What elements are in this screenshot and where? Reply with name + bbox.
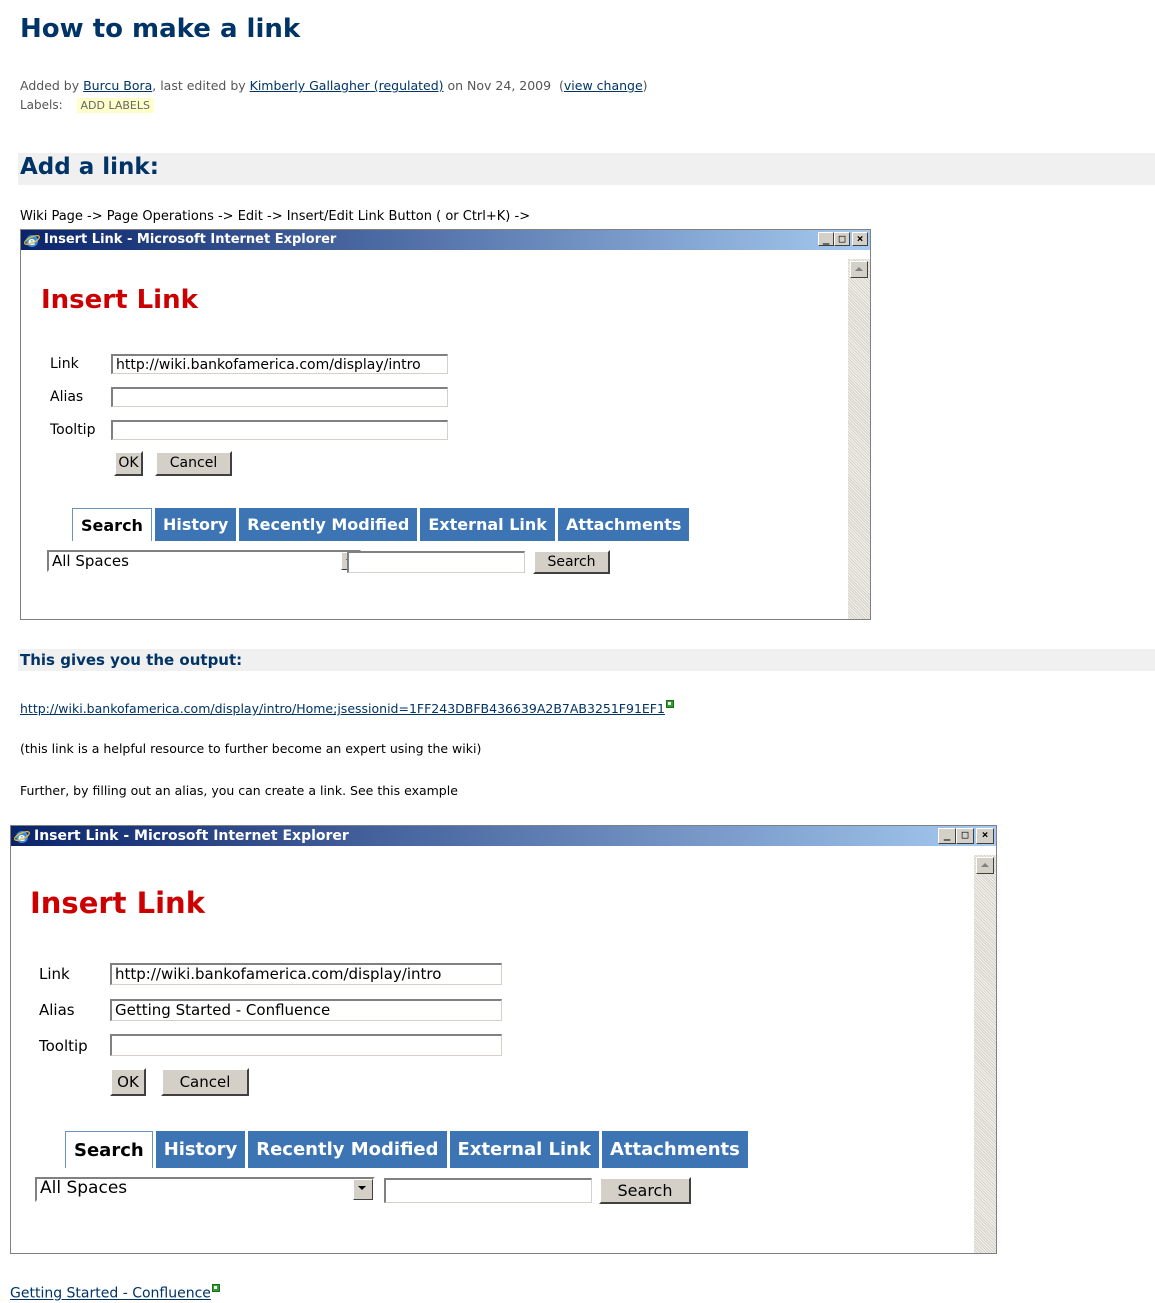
section-heading-text: This gives you the output: bbox=[20, 651, 243, 669]
editor-link[interactable]: Kimberly Gallagher (regulated) bbox=[250, 78, 444, 93]
close-paren: ) bbox=[642, 78, 648, 93]
minimize-button[interactable]: _ bbox=[818, 232, 834, 246]
scroll-up-icon[interactable] bbox=[976, 857, 994, 874]
space-select[interactable]: All Spaces bbox=[47, 550, 361, 572]
search-input[interactable] bbox=[347, 551, 525, 573]
close-button[interactable]: × bbox=[976, 828, 994, 844]
tab-external-link[interactable]: External Link bbox=[420, 508, 555, 541]
external-link-icon bbox=[211, 1284, 220, 1292]
ie-icon: e bbox=[14, 831, 30, 844]
page-metadata: Added by Burcu Bora, last edited by Kimb… bbox=[20, 78, 648, 93]
insert-link-window-1: e Insert Link - Microsoft Internet Explo… bbox=[20, 229, 871, 620]
link-source-tabs: Search History Recently Modified Externa… bbox=[65, 1131, 751, 1168]
chevron-down-icon[interactable] bbox=[353, 1179, 373, 1200]
labels-row: Labels: ADD LABELS bbox=[20, 98, 154, 113]
minimize-button[interactable]: _ bbox=[938, 828, 956, 844]
tab-attachments[interactable]: Attachments bbox=[601, 1131, 748, 1168]
alias-label: Alias bbox=[39, 1001, 75, 1019]
external-link-icon bbox=[665, 700, 674, 708]
tab-search[interactable]: Search bbox=[72, 508, 152, 541]
tab-external-link[interactable]: External Link bbox=[449, 1131, 599, 1168]
window-titlebar: e Insert Link - Microsoft Internet Explo… bbox=[11, 826, 996, 846]
space-select[interactable]: All Spaces bbox=[35, 1177, 375, 1202]
author-link[interactable]: Burcu Bora bbox=[83, 78, 152, 93]
ok-button[interactable]: OK bbox=[114, 451, 143, 476]
tooltip-input[interactable] bbox=[111, 420, 448, 440]
ie-icon: e bbox=[24, 235, 40, 248]
link-source-tabs: Search History Recently Modified Externa… bbox=[72, 508, 692, 541]
section-heading-text: Add a link: bbox=[20, 154, 159, 180]
dialog-heading: Insert Link bbox=[30, 886, 205, 920]
tab-recently-modified[interactable]: Recently Modified bbox=[248, 1131, 447, 1168]
tooltip-input[interactable] bbox=[110, 1034, 502, 1056]
scroll-up-icon[interactable] bbox=[850, 261, 868, 278]
insert-link-window-2: e Insert Link - Microsoft Internet Explo… bbox=[10, 825, 997, 1254]
link-label: Link bbox=[50, 356, 79, 372]
section-heading-add-link: Add a link: bbox=[18, 153, 1155, 185]
window-title: Insert Link - Microsoft Internet Explore… bbox=[34, 828, 349, 844]
vertical-scrollbar[interactable] bbox=[848, 259, 870, 619]
close-button[interactable]: × bbox=[852, 232, 868, 246]
alias-input[interactable] bbox=[111, 387, 448, 407]
page-title: How to make a link bbox=[20, 14, 301, 44]
added-by-prefix: Added by bbox=[20, 78, 84, 93]
maximize-button[interactable]: □ bbox=[956, 828, 974, 844]
dialog-heading: Insert Link bbox=[41, 285, 198, 315]
output-link-row: http://wiki.bankofamerica.com/display/in… bbox=[20, 700, 674, 716]
space-select-value: All Spaces bbox=[40, 1178, 128, 1198]
note-text: (this link is a helpful resource to furt… bbox=[20, 741, 482, 756]
tab-history[interactable]: History bbox=[154, 508, 237, 541]
space-select-value: All Spaces bbox=[52, 552, 129, 570]
tab-search[interactable]: Search bbox=[65, 1131, 153, 1168]
maximize-button[interactable]: □ bbox=[834, 232, 850, 246]
cancel-button[interactable]: Cancel bbox=[155, 451, 232, 476]
window-title: Insert Link - Microsoft Internet Explore… bbox=[44, 232, 337, 247]
link-input[interactable]: http://wiki.bankofamerica.com/display/in… bbox=[111, 354, 448, 374]
alias-input[interactable]: Getting Started - Confluence bbox=[110, 999, 502, 1021]
final-link-row: Getting Started - Confluence bbox=[10, 1284, 220, 1302]
search-input[interactable] bbox=[384, 1178, 592, 1203]
alias-label: Alias bbox=[50, 389, 84, 405]
tooltip-label: Tooltip bbox=[39, 1037, 88, 1055]
link-label: Link bbox=[39, 965, 70, 983]
tab-history[interactable]: History bbox=[155, 1131, 246, 1168]
view-change-link[interactable]: view change bbox=[564, 78, 643, 93]
tab-attachments[interactable]: Attachments bbox=[557, 508, 690, 541]
link-input[interactable]: http://wiki.bankofamerica.com/display/in… bbox=[110, 963, 502, 985]
cancel-button[interactable]: Cancel bbox=[161, 1068, 249, 1096]
edit-date: on Nov 24, 2009 ( bbox=[443, 78, 564, 93]
further-text: Further, by filling out an alias, you ca… bbox=[20, 783, 458, 798]
edited-prefix: , last edited by bbox=[152, 78, 250, 93]
add-labels-button[interactable]: ADD LABELS bbox=[76, 98, 154, 113]
ok-button[interactable]: OK bbox=[110, 1068, 146, 1096]
tooltip-label: Tooltip bbox=[50, 422, 96, 438]
section-heading-output: This gives you the output: bbox=[18, 649, 1155, 671]
output-link[interactable]: http://wiki.bankofamerica.com/display/in… bbox=[20, 701, 665, 716]
tab-recently-modified[interactable]: Recently Modified bbox=[239, 508, 418, 541]
labels-prefix: Labels: bbox=[20, 98, 63, 112]
window-titlebar: e Insert Link - Microsoft Internet Explo… bbox=[21, 230, 870, 250]
getting-started-link[interactable]: Getting Started - Confluence bbox=[10, 1286, 211, 1302]
navigation-path: Wiki Page -> Page Operations -> Edit -> … bbox=[20, 209, 531, 224]
search-button[interactable]: Search bbox=[533, 550, 610, 574]
search-button[interactable]: Search bbox=[599, 1177, 691, 1204]
vertical-scrollbar[interactable] bbox=[974, 855, 996, 1253]
